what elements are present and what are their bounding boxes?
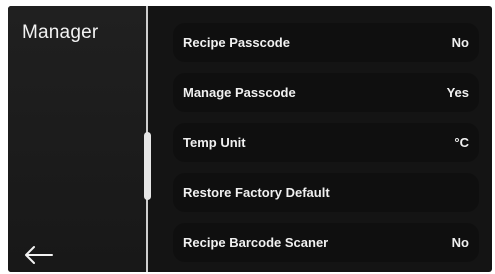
setting-temp-unit[interactable]: Temp Unit °C: [173, 123, 479, 162]
back-button[interactable]: [22, 244, 54, 266]
setting-label: Restore Factory Default: [183, 185, 330, 200]
sidebar: Manager: [8, 6, 148, 272]
setting-value: No: [451, 35, 469, 50]
manager-screen: Manager Recipe Passcode No Manage Passco…: [8, 6, 492, 272]
setting-value: Yes: [446, 85, 469, 100]
page-title: Manager: [22, 22, 99, 43]
setting-label: Temp Unit: [183, 135, 246, 150]
setting-label: Recipe Passcode: [183, 35, 290, 50]
setting-recipe-passcode[interactable]: Recipe Passcode No: [173, 23, 479, 62]
setting-value: No: [451, 235, 469, 250]
setting-value: °C: [454, 135, 469, 150]
setting-label: Manage Passcode: [183, 85, 296, 100]
scrollbar-thumb[interactable]: [144, 132, 151, 200]
setting-label: Recipe Barcode Scaner: [183, 235, 329, 250]
settings-list: Recipe Passcode No Manage Passcode Yes T…: [173, 23, 479, 262]
setting-manage-passcode[interactable]: Manage Passcode Yes: [173, 73, 479, 112]
setting-restore-factory-default[interactable]: Restore Factory Default: [173, 173, 479, 212]
setting-recipe-barcode-scanner[interactable]: Recipe Barcode Scaner No: [173, 223, 479, 262]
arrow-left-icon: [25, 246, 53, 264]
